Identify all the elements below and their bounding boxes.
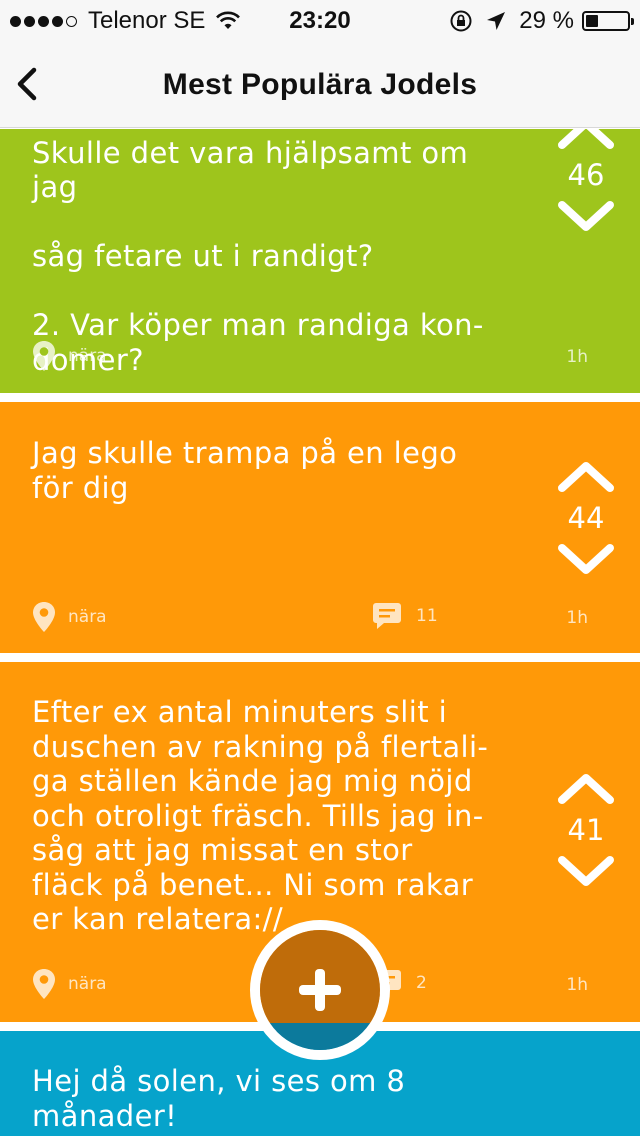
- navigation-bar: Mest Populära Jodels: [0, 40, 640, 128]
- location-label: nära: [68, 346, 107, 366]
- post-text-cut-line: Skulle det vara hjälpsamt om jag: [32, 135, 469, 205]
- post-meta: nära 11 1h: [32, 601, 588, 635]
- post-text: Efter ex antal minuters slit i duschen a…: [32, 695, 489, 936]
- status-right: 29 %: [449, 7, 634, 35]
- downvote-icon[interactable]: [556, 854, 616, 890]
- comment-count: 2: [416, 973, 427, 993]
- post-location[interactable]: nära: [32, 968, 107, 1000]
- battery-percent: 29 %: [519, 7, 574, 34]
- vote-count: 46: [567, 158, 605, 192]
- downvote-icon[interactable]: [556, 199, 616, 235]
- upvote-icon[interactable]: [556, 458, 616, 494]
- upvote-icon[interactable]: [556, 129, 616, 151]
- vote-count: 41: [567, 813, 605, 847]
- add-jodel-button[interactable]: [250, 920, 390, 1060]
- post-card[interactable]: Skulle det vara hjälpsamt om jag såg fet…: [0, 129, 640, 393]
- post-age: 1h: [566, 347, 588, 367]
- status-bar: Telenor SE 23:20 29 %: [0, 0, 640, 40]
- upvote-icon[interactable]: [556, 770, 616, 806]
- post-location[interactable]: nära: [32, 601, 107, 633]
- page-title: Mest Populära Jodels: [162, 68, 478, 101]
- vote-control: 44: [556, 458, 616, 578]
- post-location[interactable]: nära: [32, 340, 107, 372]
- post-text: Hej då solen, vi ses om 8 månader!: [32, 1064, 406, 1133]
- orientation-lock-icon: [450, 10, 472, 32]
- post-comments[interactable]: 11: [372, 601, 438, 631]
- plus-icon: [299, 969, 341, 1011]
- post-age: 1h: [566, 975, 588, 995]
- comment-count: 11: [416, 606, 438, 626]
- location-pin-icon: [33, 341, 55, 371]
- vote-count: 44: [567, 501, 605, 535]
- post-age: 1h: [566, 608, 588, 628]
- post-card[interactable]: Jag skulle trampa på en lego för dig 44 …: [0, 402, 640, 653]
- vote-control: 46: [556, 129, 616, 235]
- downvote-icon[interactable]: [556, 542, 616, 578]
- location-arrow-icon: [487, 12, 506, 30]
- battery-icon: [582, 11, 634, 31]
- post-text: Jag skulle trampa på en lego för dig: [32, 436, 458, 505]
- vote-control: 41: [556, 770, 616, 890]
- location-pin-icon: [33, 602, 55, 632]
- location-label: nära: [68, 974, 107, 994]
- location-pin-icon: [33, 969, 55, 999]
- post-meta: nära 1h: [32, 340, 588, 374]
- comment-bubble-icon: [373, 603, 401, 629]
- location-label: nära: [68, 607, 107, 627]
